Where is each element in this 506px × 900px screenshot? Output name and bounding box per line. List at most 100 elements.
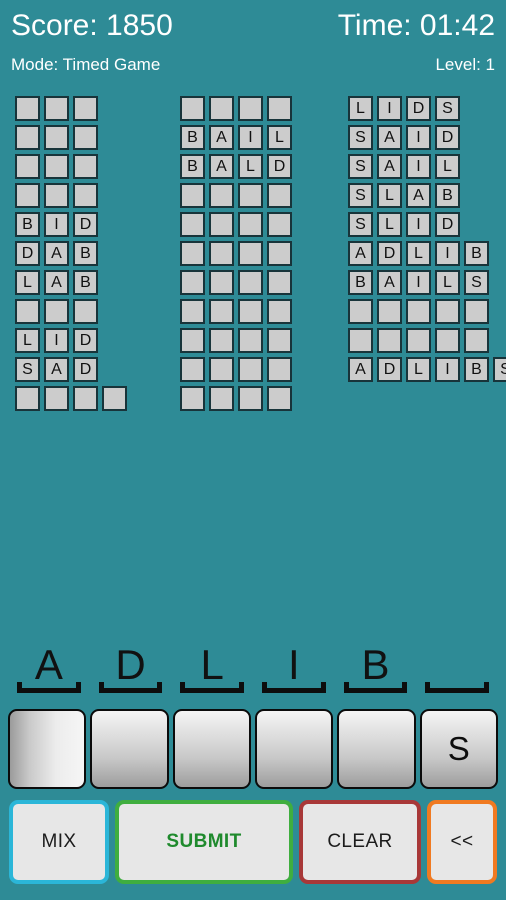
grid-tile-filled: L: [348, 96, 373, 121]
letter-rack[interactable]: S: [0, 709, 506, 789]
grid-tile-filled: B: [464, 241, 489, 266]
grid-tile-filled: I: [406, 212, 431, 237]
grid-tile-empty: [209, 96, 234, 121]
backspace-button[interactable]: <<: [427, 800, 497, 884]
grid-row: BALD: [180, 154, 296, 183]
grid-tile-empty: [73, 299, 98, 324]
grid-tile-filled: B: [435, 183, 460, 208]
grid-tile-empty: [464, 328, 489, 353]
grid-row: [15, 299, 131, 328]
word-slot-underline: [425, 682, 490, 693]
word-slot[interactable]: [416, 612, 498, 696]
grid-tile-empty: [180, 183, 205, 208]
grid-row: [348, 299, 506, 328]
submit-button[interactable]: SUBMIT: [115, 800, 293, 884]
grid-tile-empty: [180, 386, 205, 411]
grid-tile-filled: A: [377, 154, 402, 179]
word-slot[interactable]: B: [335, 612, 417, 696]
grid-tile-filled: S: [348, 125, 373, 150]
grid-row: LID: [15, 328, 131, 357]
grid-tile-filled: D: [15, 241, 40, 266]
grid-row: BAIL: [180, 125, 296, 154]
grid-tile-empty: [267, 270, 292, 295]
grid-tile-filled: B: [180, 125, 205, 150]
grid-row: [180, 357, 296, 386]
timer-label: Time: 01:42: [337, 9, 495, 42]
rack-key[interactable]: [172, 709, 251, 789]
grid-tile-filled: I: [406, 154, 431, 179]
grid-tile-filled: A: [348, 357, 373, 382]
rack-key-selected[interactable]: [8, 709, 87, 789]
clear-button[interactable]: CLEAR: [299, 800, 421, 884]
grid-tile-empty: [180, 96, 205, 121]
grid-row: [180, 183, 296, 212]
grid-tile-empty: [44, 125, 69, 150]
word-slot[interactable]: I: [253, 612, 335, 696]
grid-tile-filled: L: [435, 270, 460, 295]
grid-tile-filled: L: [238, 154, 263, 179]
rack-key[interactable]: [90, 709, 169, 789]
grid-tile-filled: D: [406, 96, 431, 121]
grid-tile-filled: B: [73, 241, 98, 266]
grid-tile-empty: [73, 125, 98, 150]
grid-tile-filled: D: [73, 328, 98, 353]
grid-tile-filled: S: [348, 183, 373, 208]
word-slot[interactable]: D: [90, 612, 172, 696]
word-slot[interactable]: L: [171, 612, 253, 696]
grid-tile-empty: [44, 299, 69, 324]
grid-tile-empty: [15, 183, 40, 208]
grid-tile-filled: I: [377, 96, 402, 121]
rack-key[interactable]: [337, 709, 416, 789]
word-slot-underline: [98, 682, 163, 693]
grid-tile-filled: A: [44, 357, 69, 382]
grid-tile-filled: B: [180, 154, 205, 179]
grid-tile-filled: B: [464, 357, 489, 382]
grid-row: [180, 212, 296, 241]
header-secondary-row: Mode: Timed Game Level: 1: [0, 56, 506, 74]
grid-tile-empty: [15, 386, 40, 411]
grid-row: ADLIB: [348, 241, 506, 270]
grid-tile-filled: A: [377, 125, 402, 150]
grid-tile-filled: I: [238, 125, 263, 150]
grid-row: ADLIBS: [348, 357, 506, 386]
grid-tile-empty: [377, 299, 402, 324]
grid-tile-empty: [15, 125, 40, 150]
grid-row: [15, 154, 131, 183]
grid-tile-filled: L: [15, 328, 40, 353]
grid-tile-empty: [238, 386, 263, 411]
grid-tile-filled: D: [377, 241, 402, 266]
grid-tile-filled: A: [209, 125, 234, 150]
grid-tile-empty: [464, 299, 489, 324]
word-grid-four-letter: BAILBALD: [180, 96, 296, 415]
grid-tile-empty: [238, 212, 263, 237]
grid-tile-empty: [267, 386, 292, 411]
grid-row: LIDS: [348, 96, 506, 125]
grid-tile-filled: I: [406, 270, 431, 295]
grid-tile-empty: [348, 328, 373, 353]
grid-tile-filled: L: [406, 241, 431, 266]
grid-tile-empty: [209, 183, 234, 208]
rack-key[interactable]: S: [419, 709, 498, 789]
grid-tile-filled: S: [493, 357, 506, 382]
mix-button[interactable]: MIX: [9, 800, 109, 884]
grid-tile-empty: [406, 299, 431, 324]
grid-tile-empty: [238, 183, 263, 208]
grid-tile-filled: D: [435, 125, 460, 150]
rack-key[interactable]: [254, 709, 334, 789]
grid-tile-empty: [238, 357, 263, 382]
grid-tile-filled: I: [44, 212, 69, 237]
grid-tile-filled: A: [44, 241, 69, 266]
grid-tile-empty: [238, 270, 263, 295]
grid-row: SAID: [348, 125, 506, 154]
grid-tile-empty: [238, 299, 263, 324]
grid-tile-empty: [267, 357, 292, 382]
grid-tile-empty: [267, 96, 292, 121]
grid-tile-empty: [348, 299, 373, 324]
current-word-slots[interactable]: ADLIB: [0, 612, 506, 696]
grid-tile-empty: [238, 241, 263, 266]
grid-tile-empty: [180, 212, 205, 237]
grid-tile-empty: [180, 241, 205, 266]
word-slot[interactable]: A: [8, 612, 90, 696]
grid-row: BAILS: [348, 270, 506, 299]
grid-tile-empty: [377, 328, 402, 353]
